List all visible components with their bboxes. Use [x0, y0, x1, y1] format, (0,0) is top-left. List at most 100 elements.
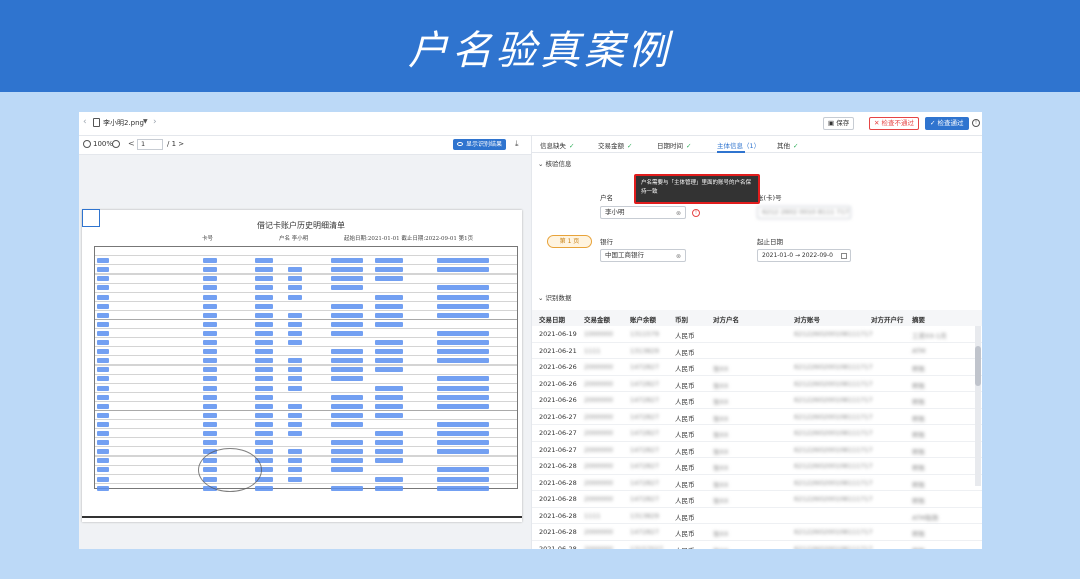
ocr-highlight — [375, 303, 403, 309]
col-balance: 账户余额 — [630, 316, 656, 324]
table-row[interactable]: 2021-06-27 2000000 1472827 人民币 张XX 6212260200… — [532, 409, 982, 425]
tab-amount[interactable]: 交易金额 ✓ — [598, 140, 632, 150]
ocr-highlight — [288, 358, 302, 364]
doc-edge — [82, 516, 522, 518]
cell-bal: 1311579 — [630, 330, 659, 338]
cell-name: 张XX — [713, 365, 729, 373]
ocr-highlight — [331, 449, 363, 455]
ocr-highlight — [255, 276, 273, 282]
zoom-in-icon[interactable] — [83, 140, 91, 148]
cell-date: 2021-06-28 — [539, 495, 577, 503]
check-icon: ✓ — [793, 142, 799, 150]
ocr-highlight — [437, 421, 489, 427]
table-row[interactable]: 2021-06-26 2000000 1472827 人民币 张XX 6212260200… — [532, 376, 982, 392]
ocr-highlight — [97, 440, 109, 446]
viewer-toolbar: 100% < 1 / 1 > 显示识别结果 ⤓ — [79, 136, 531, 153]
doc-date-range: 起始日期:2021-01-01 截止日期:2022-09-01 第1页 — [344, 236, 474, 242]
table-row[interactable]: 2021-06-28 2000000 1472827 人民币 张XX 6212260200… — [532, 524, 982, 541]
ocr-highlight — [375, 412, 403, 418]
cell-amt: 2000000 — [584, 412, 613, 421]
table-row[interactable]: 2021-06-28 2000000 1472827 人民币 张XX 6212260200… — [532, 475, 982, 491]
download-icon[interactable]: ⤓ — [515, 139, 519, 149]
ocr-highlight — [375, 349, 403, 355]
cell-cur: 人民币 — [675, 398, 695, 406]
table-scrollbar[interactable] — [975, 326, 981, 486]
ocr-highlight — [203, 340, 217, 345]
table-row[interactable]: 2021-06-21 1111 1313829 人民币 ATM — [532, 343, 982, 359]
date-range-input[interactable]: 2021-01-0 → 2022-09-0 — [757, 249, 851, 262]
cell-memo: 转账 — [912, 497, 925, 505]
table-row[interactable]: 2021-06-27 2000000 1472827 人民币 张XX 6212260200… — [532, 442, 982, 458]
table-row[interactable]: 2021-06-28 2000000 1472827 人民币 张XX 6212260200… — [532, 458, 982, 475]
ocr-highlight — [288, 476, 302, 482]
table-row[interactable]: 2021-06-26 2000000 1472827 人民币 张XX 6212260200… — [532, 359, 982, 376]
doc-table — [94, 246, 518, 491]
ocr-highlight — [437, 358, 489, 364]
table-row[interactable]: 2021-06-19 1000000 1311579 人民币 6212260200108… — [532, 326, 982, 343]
verify-section-header[interactable]: ⌄ 核验信息 — [538, 158, 572, 168]
ocr-highlight — [203, 321, 217, 327]
ocr-highlight — [255, 394, 273, 400]
save-button[interactable]: ▣ 保存 — [823, 117, 855, 130]
ocr-highlight — [255, 285, 273, 291]
cell-date: 2021-06-28 — [539, 511, 577, 520]
ocr-highlight — [203, 412, 217, 418]
clear-icon[interactable]: ⊗ — [676, 251, 681, 262]
bank-input[interactable]: 中国工商银行 ⊗ — [600, 249, 686, 262]
tab-other[interactable]: 其他 ✓ — [777, 140, 798, 150]
pass-check-button[interactable]: ✓ 检查通过 — [925, 117, 969, 130]
cell-cur: 人民币 — [675, 332, 695, 340]
scroll-thumb[interactable] — [975, 346, 981, 386]
tab-datetime[interactable]: 日期时间 ✓ — [657, 140, 691, 150]
cell-acct: 6212260200108111717 — [794, 462, 873, 470]
cell-bal: 1472827 — [630, 495, 659, 503]
ocr-highlight — [331, 312, 363, 318]
ocr-highlight — [288, 276, 302, 282]
data-section-header[interactable]: ⌄ 识别数据 — [538, 292, 572, 302]
tab-missing-info[interactable]: 信息缺失 ✓ — [540, 140, 574, 150]
cell-date: 2021-06-28 — [539, 478, 577, 487]
show-result-button[interactable]: 显示识别结果 — [453, 139, 507, 150]
table-row[interactable]: 2021-06-28 2000000 1472827 人民币 张XX 6212260200… — [532, 491, 982, 508]
prev-page-icon[interactable]: < — [128, 139, 135, 148]
ocr-highlight — [288, 312, 302, 318]
help-icon[interactable]: ! — [972, 119, 980, 127]
ocr-highlight — [375, 394, 403, 400]
ocr-highlight — [255, 330, 273, 336]
cell-amt: 2000000 — [584, 495, 613, 503]
table-row[interactable]: 2021-06-27 2000000 1472827 人民币 张XX 6212260200… — [532, 425, 982, 442]
file-name[interactable]: 李小明2.png — [103, 118, 144, 128]
warning-icon[interactable]: ! — [692, 209, 700, 217]
ocr-highlight — [255, 358, 273, 364]
tab-subject-info[interactable]: 主体信息（1） — [717, 140, 760, 150]
eye-icon — [457, 142, 463, 146]
chevron-down-icon[interactable]: ▼ — [143, 118, 148, 125]
ocr-highlight — [437, 476, 489, 482]
cell-amt: 2000000 — [584, 478, 613, 487]
page-input[interactable]: 1 — [137, 139, 163, 150]
zoom-out-icon[interactable] — [112, 140, 120, 148]
forward-arrow-icon[interactable]: › — [153, 117, 157, 127]
ocr-highlight — [288, 421, 302, 427]
name-input[interactable]: 李小明 ⊗ — [600, 206, 686, 219]
ocr-highlight — [375, 449, 403, 455]
ocr-highlight — [437, 267, 489, 273]
ocr-highlight — [437, 340, 489, 345]
cell-amt: 2000000 — [584, 363, 613, 371]
tab-label: 其他 — [777, 142, 790, 150]
selection-box[interactable] — [82, 209, 100, 227]
table-row[interactable]: 2021-06-26 2000000 1472827 人民币 张XX 6212260200… — [532, 392, 982, 409]
ocr-highlight — [331, 367, 363, 373]
table-row[interactable]: 2021-06-28 2000000 13157027 人民币 张XX 621226020… — [532, 541, 982, 550]
clear-icon[interactable]: ⊗ — [676, 208, 681, 219]
back-arrow-icon[interactable]: ‹ — [83, 117, 87, 127]
account-input[interactable]: 6212 2602 0010 8111 717 — [757, 206, 851, 219]
fail-check-button[interactable]: ✕ 检查不通过 — [869, 117, 920, 130]
cell-date: 2021-06-27 — [539, 445, 577, 454]
doc-account-name: 户名 李小明 — [279, 236, 309, 242]
ocr-highlight — [97, 285, 109, 291]
table-row[interactable]: 2021-06-28 1111 1313829 人民币 ATM取款 — [532, 508, 982, 524]
bank-label: 银行 — [600, 238, 613, 246]
cell-date: 2021-06-19 — [539, 330, 577, 338]
cell-memo: ATM — [912, 346, 926, 355]
